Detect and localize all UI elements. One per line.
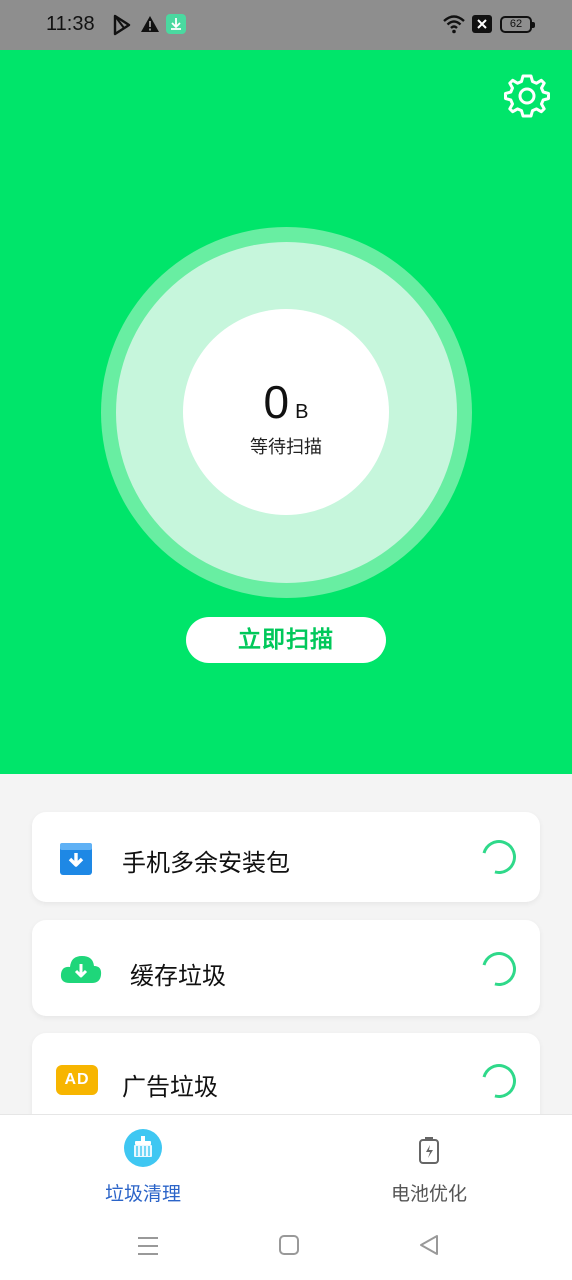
battery-charge-icon — [418, 1136, 440, 1168]
gear-icon — [504, 74, 550, 118]
broom-icon — [124, 1129, 162, 1171]
download-icon — [166, 14, 186, 38]
cloud-download-icon — [60, 953, 102, 989]
list-item-label: 手机多余安装包 — [122, 849, 290, 877]
bottom-nav: 垃圾清理 电池优化 — [0, 1114, 572, 1220]
loading-spinner-icon — [475, 945, 523, 993]
warning-icon — [140, 14, 160, 38]
no-sim-icon — [472, 14, 492, 38]
list-item-cache-junk[interactable]: 缓存垃圾 — [32, 920, 540, 1016]
battery-icon: 62 — [500, 16, 535, 33]
apk-package-icon — [60, 843, 92, 879]
scan-now-button[interactable]: 立即扫描 — [186, 617, 386, 663]
menu-icon[interactable] — [137, 1236, 159, 1260]
tab-label: 电池优化 — [390, 1183, 467, 1205]
loading-spinner-icon — [475, 833, 523, 881]
scan-status-text: 等待扫描 — [250, 437, 322, 458]
junk-size-unit: B — [295, 401, 309, 423]
scan-hero-panel: 0B 等待扫描 立即扫描 — [0, 50, 572, 774]
ad-icon: AD — [56, 1065, 98, 1095]
junk-size-value: 0 — [263, 376, 290, 428]
status-time: 11:38 — [46, 13, 95, 35]
tab-label: 垃圾清理 — [104, 1183, 181, 1205]
list-item-apk-packages[interactable]: 手机多余安装包 — [32, 812, 540, 902]
junk-size: 0B — [183, 375, 389, 429]
wifi-icon — [442, 14, 466, 38]
tab-junk-clean[interactable]: 垃圾清理 — [43, 1115, 243, 1221]
system-nav-bar — [0, 1220, 572, 1280]
scan-result-circle: 0B 等待扫描 — [183, 309, 389, 515]
loading-spinner-icon — [475, 1057, 523, 1105]
home-icon[interactable] — [279, 1235, 299, 1259]
list-item-label: 缓存垃圾 — [130, 962, 226, 990]
tab-battery-optimize[interactable]: 电池优化 — [329, 1115, 529, 1221]
play-store-icon — [112, 14, 132, 40]
back-icon[interactable] — [419, 1234, 439, 1260]
status-bar: 11:38 62 — [0, 0, 572, 50]
settings-button[interactable] — [503, 72, 551, 120]
list-item-label: 广告垃圾 — [122, 1073, 218, 1101]
